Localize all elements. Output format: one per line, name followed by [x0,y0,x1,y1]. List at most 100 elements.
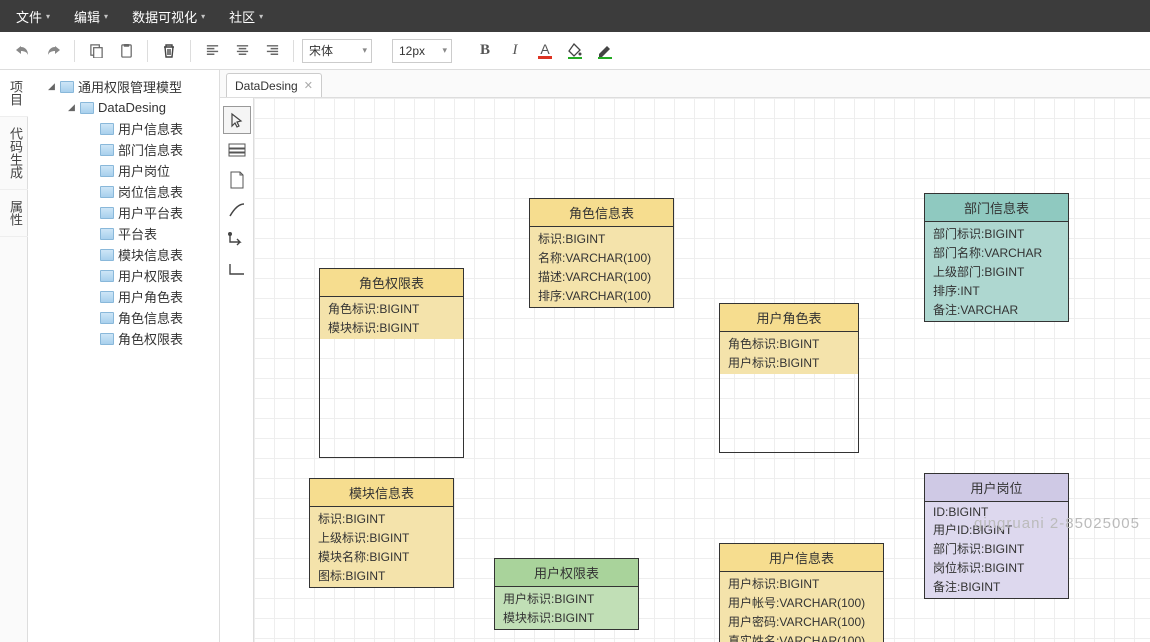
tree-item[interactable]: 用户角色表 [28,286,219,307]
entity-title: 用户岗位 [925,474,1068,502]
table-tool[interactable] [223,136,251,164]
table-icon [100,312,114,324]
redo-button[interactable] [40,38,66,64]
entity-field: 真实姓名:VARCHAR(100) [720,631,883,642]
tree-item-label: 用户平台表 [118,203,183,222]
entity-user-role[interactable]: 用户角色表 角色标识:BIGINT用户标识:BIGINT [719,303,859,453]
sidetab-project[interactable]: 项目 [0,70,31,117]
entity-title: 用户信息表 [720,544,883,572]
tree-item[interactable]: 平台表 [28,223,219,244]
entity-field: 部门标识:BIGINT [925,539,1068,558]
tree-item[interactable]: 角色权限表 [28,328,219,349]
tree-item[interactable]: 岗位信息表 [28,181,219,202]
highlight-button[interactable] [592,38,618,64]
entity-field: 排序:INT [925,281,1068,300]
entity-field: 图标:BIGINT [310,566,453,585]
undo-button[interactable] [10,38,36,64]
tree-item[interactable]: 用户权限表 [28,265,219,286]
menu-file[interactable]: 文件▾ [16,7,50,26]
pointer-tool[interactable] [223,106,251,134]
align-right-button[interactable] [259,38,285,64]
entity-title: 用户角色表 [720,304,858,332]
entity-module-info[interactable]: 模块信息表 标识:BIGINT上级标识:BIGINT模块名称:BIGINT图标:… [309,478,454,588]
toolbar: 宋体▾ 12px▾ B I A [0,32,1150,70]
canvas-area: 角色权限表 角色标识:BIGINT模块标识:BIGINT 角色信息表 标识:BI… [220,98,1150,642]
align-center-button[interactable] [229,38,255,64]
canvas-wrap: DataDesing ✕ [220,70,1150,642]
db-icon [60,81,74,93]
entity-field: 模块标识:BIGINT [320,318,463,337]
entity-fields: 角色标识:BIGINT用户标识:BIGINT [720,332,858,374]
table-icon [100,270,114,282]
entity-field: 用户帐号:VARCHAR(100) [720,593,883,612]
entity-fields: 用户标识:BIGINT模块标识:BIGINT [495,587,638,629]
align-left-button[interactable] [199,38,225,64]
line-tool[interactable] [223,196,251,224]
tree-item[interactable]: 用户平台表 [28,202,219,223]
menu-edit[interactable]: 编辑▾ [74,7,108,26]
entity-fields: 标识:BIGINT名称:VARCHAR(100)描述:VARCHAR(100)排… [530,227,673,307]
paste-button[interactable] [113,38,139,64]
tree-item[interactable]: 用户信息表 [28,118,219,139]
entity-user-info[interactable]: 用户信息表 用户标识:BIGINT用户帐号:VARCHAR(100)用户密码:V… [719,543,884,642]
tree-item[interactable]: 部门信息表 [28,139,219,160]
side-tabs: 项目 代码生成 属性 [0,70,28,642]
elbow-tool[interactable] [223,256,251,284]
entity-field: 用户密码:VARCHAR(100) [720,612,883,631]
table-icon [100,123,114,135]
font-select[interactable]: 宋体▾ [302,39,372,63]
entity-field: 排序:VARCHAR(100) [530,286,673,305]
entity-title: 角色信息表 [530,199,673,227]
copy-button[interactable] [83,38,109,64]
table-icon [100,228,114,240]
entity-role-info[interactable]: 角色信息表 标识:BIGINT名称:VARCHAR(100)描述:VARCHAR… [529,198,674,308]
entity-field: 用户标识:BIGINT [495,589,638,608]
note-tool[interactable] [223,166,251,194]
entity-field: 用户ID:BIGINT [925,520,1068,539]
fontsize-select[interactable]: 12px▾ [392,39,452,63]
entity-title: 角色权限表 [320,269,463,297]
entity-dept-info[interactable]: 部门信息表 部门标识:BIGINT部门名称:VARCHAR上级部门:BIGINT… [924,193,1069,322]
entity-field: 备注:VARCHAR [925,300,1068,319]
tree-item[interactable]: 模块信息表 [28,244,219,265]
tool-palette [220,98,254,642]
tab-label: DataDesing [235,79,298,93]
tree-item[interactable]: 用户岗位 [28,160,219,181]
close-icon[interactable]: ✕ [304,79,313,92]
menu-community[interactable]: 社区▾ [229,7,263,26]
tree-root[interactable]: ◢通用权限管理模型 [28,76,219,97]
menu-dataviz[interactable]: 数据可视化▾ [132,7,205,26]
entity-fields: 部门标识:BIGINT部门名称:VARCHAR上级部门:BIGINT排序:INT… [925,222,1068,321]
entity-field: 名称:VARCHAR(100) [530,248,673,267]
font-color-button[interactable]: A [532,38,558,64]
entity-field: 描述:VARCHAR(100) [530,267,673,286]
fill-color-button[interactable] [562,38,588,64]
tree-doc[interactable]: ◢DataDesing [28,97,219,118]
sidetab-codegen[interactable]: 代码生成 [0,117,31,190]
entity-title: 模块信息表 [310,479,453,507]
table-icon [100,249,114,261]
document-tab[interactable]: DataDesing ✕ [226,73,322,97]
tree-item-label: 模块信息表 [118,245,183,264]
delete-button[interactable] [156,38,182,64]
tree-item-label: 岗位信息表 [118,182,183,201]
entity-title: 用户权限表 [495,559,638,587]
tree-item[interactable]: 角色信息表 [28,307,219,328]
entity-fields: ID:BIGINT用户ID:BIGINT部门标识:BIGINT岗位标识:BIGI… [925,502,1068,598]
bold-button[interactable]: B [472,38,498,64]
italic-button[interactable]: I [502,38,528,64]
entity-field: 标识:BIGINT [310,509,453,528]
table-icon [100,144,114,156]
entity-user-perm[interactable]: 用户权限表 用户标识:BIGINT模块标识:BIGINT [494,558,639,630]
tree-item-label: 平台表 [118,224,157,243]
entity-role-perm[interactable]: 角色权限表 角色标识:BIGINT模块标识:BIGINT [319,268,464,458]
tree-item-label: 部门信息表 [118,140,183,159]
tree-item-label: 用户权限表 [118,266,183,285]
entity-field: 模块标识:BIGINT [495,608,638,627]
sidetab-props[interactable]: 属性 [0,190,31,237]
tree-item-label: 角色权限表 [118,329,183,348]
db-icon [80,102,94,114]
entity-user-post[interactable]: 用户岗位 ID:BIGINT用户ID:BIGINT部门标识:BIGINT岗位标识… [924,473,1069,599]
connector-tool[interactable] [223,226,251,254]
diagram-canvas[interactable]: 角色权限表 角色标识:BIGINT模块标识:BIGINT 角色信息表 标识:BI… [254,98,1150,642]
